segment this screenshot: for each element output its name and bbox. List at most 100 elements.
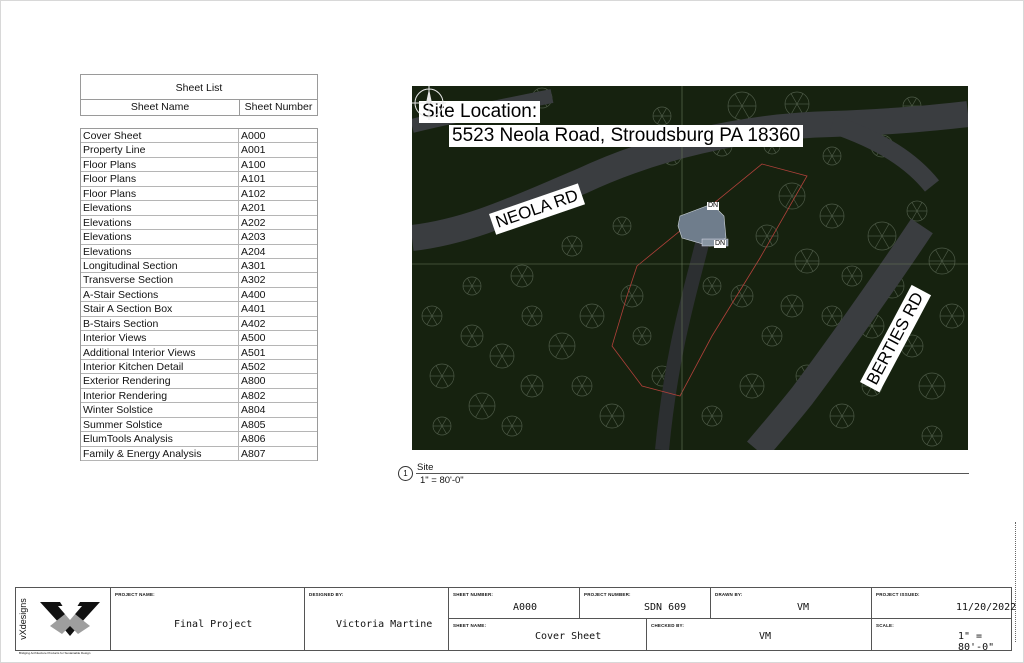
tree-symbol bbox=[510, 264, 534, 288]
sheet-number-cell: A804 bbox=[241, 404, 266, 417]
site-address: 5523 Neola Road, Stroudsburg PA 18360 bbox=[449, 125, 804, 147]
stair-down-tag: DN bbox=[707, 202, 720, 210]
designed-by-cell: DESIGNED BY: Victoria Martine bbox=[304, 588, 448, 650]
sheet-list-table: Sheet List Sheet Name Sheet Number Cover… bbox=[80, 74, 318, 462]
sheet-number-cell: A202 bbox=[241, 216, 266, 229]
tree-symbol bbox=[727, 91, 757, 121]
sheet-name-cell: Winter Solstice bbox=[81, 403, 239, 417]
tree-symbol bbox=[829, 403, 855, 429]
sheet-name-cell: Cover Sheet bbox=[81, 129, 239, 143]
view-title: 1 Site 1" = 80'-0" bbox=[398, 462, 969, 488]
tree-symbol bbox=[780, 294, 804, 318]
north-arrow-icon bbox=[412, 86, 446, 120]
sheet-name-cell: Floor Plans bbox=[81, 172, 239, 186]
designed-by-value: Victoria Martine bbox=[336, 619, 433, 630]
sheet-name-cell: Elevations bbox=[81, 230, 239, 244]
scale-cell: SCALE: 1" = 80'-0" bbox=[871, 619, 1011, 653]
sheet-number-cell: A204 bbox=[241, 245, 266, 258]
tree-symbol bbox=[599, 403, 625, 429]
tree-symbol bbox=[739, 373, 765, 399]
checked-by-label: CHECKED BY: bbox=[651, 623, 685, 628]
checked-by-value: VM bbox=[759, 631, 772, 642]
sheet-number-cell: A805 bbox=[241, 418, 266, 431]
sheet-list-title: Sheet List bbox=[81, 75, 317, 100]
project-issued-value: 11/20/2022 bbox=[956, 602, 1017, 613]
tree-symbol bbox=[921, 425, 943, 447]
project-name-value: Final Project bbox=[174, 619, 253, 630]
logo-mark-icon bbox=[40, 602, 100, 636]
tree-symbol bbox=[432, 416, 452, 436]
tree-symbol bbox=[501, 415, 523, 437]
view-number-bubble: 1 bbox=[398, 466, 413, 481]
tree-symbol bbox=[520, 374, 544, 398]
sheet-number-cell: A802 bbox=[241, 389, 266, 402]
property-line bbox=[611, 163, 808, 397]
checked-by-cell: CHECKED BY: VM bbox=[646, 619, 871, 650]
company-name: vXdesigns bbox=[17, 598, 28, 640]
table-row: Interior Kitchen Detail A502 bbox=[81, 360, 317, 375]
tree-symbol bbox=[755, 224, 779, 248]
sheet-number-cell: A800 bbox=[241, 375, 266, 388]
drawn-by-label: DRAWN BY: bbox=[715, 592, 743, 597]
table-row: Winter Solstice A804 bbox=[81, 403, 317, 418]
table-row: Elevations A202 bbox=[81, 215, 317, 231]
sheet-name-cell: Summer Solstice bbox=[81, 417, 239, 432]
scale-value: 1" = 80'-0" bbox=[958, 631, 995, 653]
tree-symbol bbox=[429, 363, 455, 389]
sheet-name-cell: Stair A Section Box bbox=[81, 302, 239, 316]
table-row: Longitudinal Section A301 bbox=[81, 258, 317, 274]
site-map[interactable]: Site Location: 5523 Neola Road, Stroudsb… bbox=[412, 86, 968, 450]
sheet-number-cell: A400 bbox=[241, 288, 266, 301]
sheet-number-cell: A401 bbox=[241, 303, 266, 316]
tree-symbol bbox=[939, 303, 965, 329]
table-row: Additional Interior Views A501 bbox=[81, 345, 317, 360]
tree-symbol bbox=[701, 405, 723, 427]
sheet-number-cell: A000 bbox=[241, 130, 266, 142]
edge-marker bbox=[1015, 522, 1017, 642]
table-row: Stair A Section Box A401 bbox=[81, 302, 317, 317]
tree-symbol bbox=[561, 235, 583, 257]
tree-symbol bbox=[918, 372, 946, 400]
sheet-name-cell: A-Stair Sections bbox=[81, 287, 239, 302]
tree-symbol bbox=[928, 247, 956, 275]
tree-symbol bbox=[819, 203, 845, 229]
sheet-name-cell: Additional Interior Views bbox=[81, 345, 239, 359]
table-row: Elevations A203 bbox=[81, 230, 317, 245]
tree-symbol bbox=[571, 375, 593, 397]
column-header-sheet-name: Sheet Name bbox=[81, 100, 240, 115]
tree-symbol bbox=[548, 332, 576, 360]
tree-symbol bbox=[841, 265, 863, 287]
tree-symbol bbox=[468, 392, 496, 420]
sheet-name-cell: ElumTools Analysis bbox=[81, 432, 239, 446]
table-row: ElumTools Analysis A806 bbox=[81, 432, 317, 447]
table-row: Cover Sheet A000 bbox=[81, 129, 317, 144]
tree-symbol bbox=[730, 284, 754, 308]
tree-symbol bbox=[632, 326, 652, 346]
view-title-line bbox=[416, 473, 969, 474]
sheet-number-cell: A500 bbox=[241, 332, 266, 345]
tree-symbol bbox=[761, 325, 783, 347]
project-issued-label: PROJECT ISSUED: bbox=[876, 592, 920, 597]
table-row: Elevations A204 bbox=[81, 244, 317, 259]
table-row: Transverse Section A302 bbox=[81, 273, 317, 288]
table-row: Summer Solstice A805 bbox=[81, 417, 317, 433]
sheet-name-value: Cover Sheet bbox=[535, 631, 602, 642]
company-logo: vXdesigns Bridging Architecture Products… bbox=[16, 588, 110, 655]
sheet-list-header: Sheet List Sheet Name Sheet Number bbox=[80, 74, 318, 116]
sheet-number-cell: A100 bbox=[241, 158, 266, 171]
sheet-name-cell: Exterior Rendering bbox=[81, 374, 239, 388]
tree-symbol bbox=[906, 200, 928, 222]
sheet-number-cell: A101 bbox=[241, 173, 266, 186]
tree-symbol bbox=[421, 305, 443, 327]
project-number-cell: PROJECT NUMBER: SDN 609 bbox=[579, 588, 710, 619]
sheet-number-cell: A203 bbox=[241, 231, 266, 244]
table-row: Interior Rendering A802 bbox=[81, 388, 317, 404]
tree-symbol bbox=[867, 221, 897, 251]
title-block: vXdesigns Bridging Architecture Products… bbox=[15, 587, 1016, 655]
sheet-name-cell: Floor Plans bbox=[81, 157, 239, 172]
sheet-name-cell: Elevations bbox=[81, 244, 239, 258]
tree-symbol bbox=[612, 216, 632, 236]
tree-symbol bbox=[702, 276, 722, 296]
stair-down-tag: DN bbox=[714, 240, 727, 248]
sheet-number-cell: A502 bbox=[241, 361, 266, 373]
